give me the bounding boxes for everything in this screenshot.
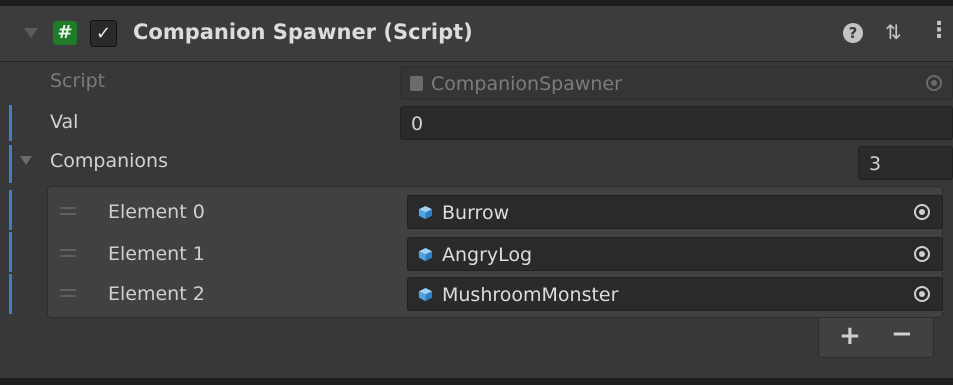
component-header[interactable]: # ✓ Companion Spawner (Script) ? ⇅ ⋮ [0,6,953,62]
element-value: AngryLog [442,244,533,266]
script-hash-icon: # [53,21,77,45]
foldout-arrow-icon[interactable] [24,28,38,38]
companions-count: 3 [869,153,882,175]
drag-handle-icon[interactable] [60,249,76,257]
object-picker-icon [926,75,942,91]
prefab-cube-icon [418,205,433,220]
list-footer: + − [818,318,934,358]
override-indicator [9,105,12,141]
val-label: Val [50,111,79,133]
add-element-button[interactable]: + [839,321,861,351]
companions-foldout-icon[interactable] [20,156,32,165]
element-label: Element 0 [108,201,205,223]
prefab-cube-icon [418,287,433,302]
remove-element-button[interactable]: − [891,319,913,349]
element-label: Element 2 [108,283,205,305]
script-field: CompanionSpawner [400,66,953,100]
component-title: Companion Spawner (Script) [133,20,473,44]
element-object-field[interactable]: AngryLog [407,237,943,271]
prefab-cube-icon [418,247,433,262]
drag-handle-icon[interactable] [60,207,76,215]
object-picker-icon[interactable] [914,286,930,302]
companions-size-input[interactable]: 3 [858,146,953,180]
list-item[interactable]: Element 0 Burrow [0,192,953,232]
companions-label[interactable]: Companions [50,150,168,172]
script-value: CompanionSpawner [431,73,622,95]
object-picker-icon[interactable] [914,204,930,220]
script-label: Script [50,70,106,92]
val-input[interactable]: 0 [400,106,953,140]
object-picker-icon[interactable] [914,246,930,262]
element-value: MushroomMonster [442,284,619,306]
element-object-field[interactable]: Burrow [407,195,943,229]
help-icon[interactable]: ? [843,23,863,43]
val-value: 0 [411,113,424,135]
element-object-field[interactable]: MushroomMonster [407,277,943,311]
override-indicator [9,145,12,183]
element-label: Element 1 [108,243,205,265]
list-item[interactable]: Element 1 AngryLog [0,234,953,274]
element-value: Burrow [442,202,510,224]
drag-handle-icon[interactable] [60,289,76,297]
presets-icon[interactable]: ⇅ [885,20,902,44]
script-asset-icon [410,76,423,91]
enabled-checkbox[interactable]: ✓ [90,20,117,47]
list-item[interactable]: Element 2 MushroomMonster [0,274,953,314]
bottom-border [0,378,953,385]
context-menu-icon[interactable]: ⋮ [928,18,950,43]
